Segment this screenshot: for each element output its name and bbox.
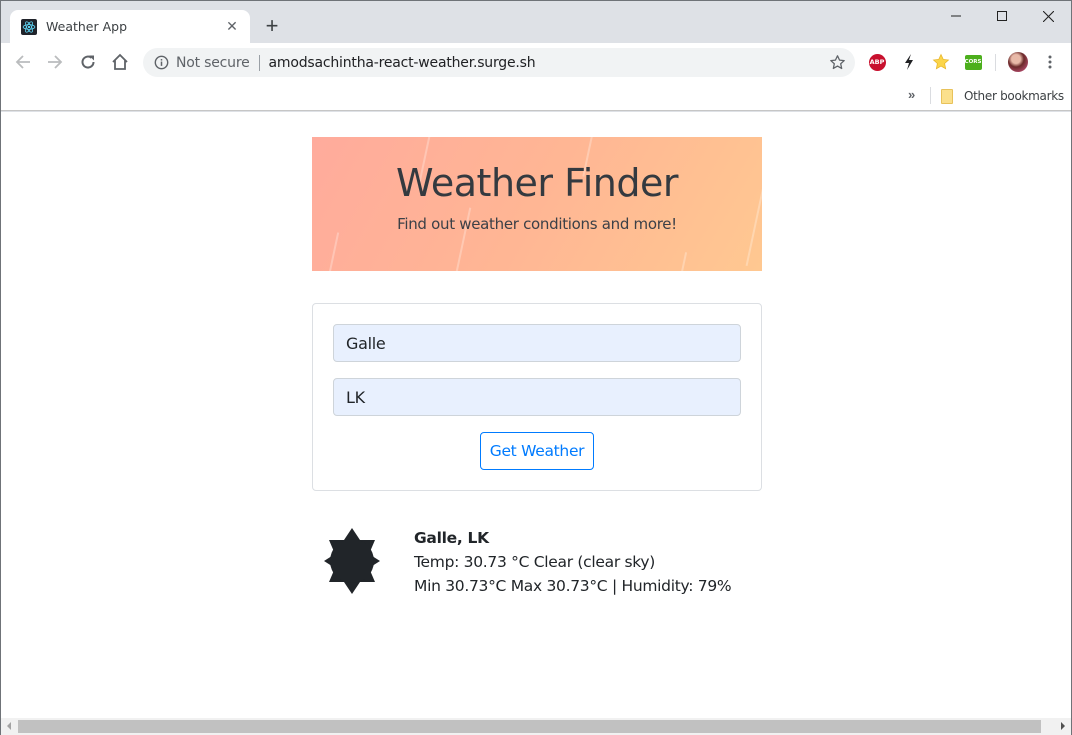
- lightning-extension-button[interactable]: [900, 53, 918, 71]
- adblock-icon: ABP: [868, 53, 886, 71]
- new-tab-button[interactable]: +: [261, 15, 283, 37]
- browser-toolbar: Not secure amodsachintha-react-weather.s…: [1, 43, 1071, 81]
- reload-button[interactable]: [76, 50, 100, 74]
- result-text: Galle, LK Temp: 30.73 °C Clear (clear sk…: [414, 526, 732, 598]
- cors-extension-button[interactable]: CORS: [964, 53, 982, 71]
- result-details: Min 30.73°C Max 30.73°C | Humidity: 79%: [414, 577, 732, 595]
- minimize-button[interactable]: [933, 1, 979, 31]
- tab-title: Weather App: [46, 19, 128, 34]
- page-title: Weather Finder: [396, 161, 678, 205]
- security-status[interactable]: Not secure: [176, 55, 250, 71]
- folder-icon: [941, 88, 953, 104]
- maximize-button[interactable]: [979, 1, 1025, 31]
- minimize-icon: [951, 15, 961, 17]
- maximize-icon: [997, 11, 1007, 21]
- get-weather-button[interactable]: Get Weather: [480, 432, 594, 470]
- omnibox-divider: [258, 54, 260, 71]
- rain-streak: [326, 232, 340, 271]
- page-viewport: Weather Finder Find out weather conditio…: [1, 112, 1071, 718]
- url-text[interactable]: amodsachintha-react-weather.surge.sh: [269, 55, 536, 71]
- result-location: Galle, LK: [414, 529, 489, 547]
- react-logo-icon: [21, 18, 37, 35]
- weather-form: Get Weather: [312, 303, 762, 491]
- info-icon[interactable]: [153, 55, 169, 71]
- reload-icon: [81, 55, 95, 69]
- city-input[interactable]: [333, 324, 741, 362]
- scrollbar-thumb[interactable]: [18, 720, 1041, 733]
- avatar: [1008, 52, 1028, 72]
- clear-sky-sun-icon: [324, 528, 380, 594]
- bookmarks-divider: [930, 87, 931, 104]
- result-temperature: Temp: 30.73 °C Clear (clear sky): [414, 553, 656, 571]
- rain-streak: [678, 252, 688, 271]
- star-extension-button[interactable]: [932, 53, 950, 71]
- home-button[interactable]: [108, 50, 132, 74]
- address-bar[interactable]: Not secure amodsachintha-react-weather.s…: [143, 48, 855, 77]
- bookmarks-bar: » Other bookmarks: [1, 81, 1071, 111]
- arrow-left-icon: [15, 55, 30, 69]
- bookmark-star-icon[interactable]: [829, 54, 847, 72]
- close-tab-icon[interactable]: ✕: [224, 18, 240, 34]
- scroll-right-arrow-icon[interactable]: [1061, 722, 1065, 730]
- adblock-extension-button[interactable]: ABP: [868, 53, 886, 71]
- lightning-icon: [905, 54, 913, 70]
- home-icon: [112, 53, 128, 70]
- toolbar-divider: [995, 54, 996, 71]
- close-window-button[interactable]: [1025, 1, 1071, 31]
- other-bookmarks-button[interactable]: Other bookmarks: [941, 86, 1064, 106]
- weather-result: Galle, LK Temp: 30.73 °C Clear (clear sk…: [323, 526, 743, 596]
- cors-icon: CORS: [964, 54, 982, 70]
- browser-tab[interactable]: Weather App ✕: [10, 10, 250, 43]
- menu-button[interactable]: [1041, 53, 1059, 71]
- tab-strip: Weather App ✕ +: [1, 1, 1071, 43]
- other-bookmarks-label: Other bookmarks: [964, 89, 1064, 103]
- close-icon: [1042, 10, 1054, 22]
- back-button[interactable]: [11, 50, 35, 74]
- horizontal-scrollbar[interactable]: [1, 718, 1071, 735]
- forward-button[interactable]: [43, 50, 67, 74]
- bookmarks-overflow-button[interactable]: »: [908, 87, 915, 102]
- page-subtitle: Find out weather conditions and more!: [397, 215, 677, 233]
- arrow-right-icon: [48, 55, 63, 69]
- country-input[interactable]: [333, 378, 741, 416]
- star-icon: [932, 53, 950, 70]
- scroll-left-arrow-icon[interactable]: [7, 722, 11, 730]
- hero-banner: Weather Finder Find out weather conditio…: [312, 137, 762, 271]
- more-vertical-icon: [1048, 55, 1052, 69]
- profile-button[interactable]: [1008, 52, 1028, 72]
